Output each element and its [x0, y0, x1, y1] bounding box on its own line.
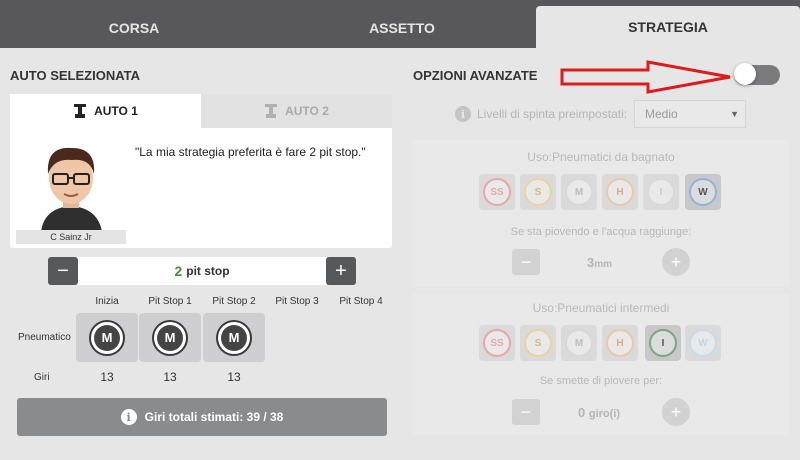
- water-level-plus-button[interactable]: +: [662, 248, 690, 276]
- column-header: Pit Stop 4: [339, 296, 383, 307]
- tyre-compound: M: [221, 324, 247, 351]
- intermediate-tyres-title: Uso:Pneumatici intermedi: [532, 301, 670, 315]
- toggle-knob[interactable]: [734, 63, 756, 85]
- intermediate-tyres-subtitle: Se smette di piovere per:: [539, 375, 663, 387]
- info-icon: i: [455, 106, 471, 122]
- water-level-value: 3mm: [587, 255, 612, 270]
- total-laps-text: Giri totali stimati: 39 / 38: [144, 410, 284, 424]
- medium-tyre-icon: M: [565, 329, 593, 357]
- tab-corsa[interactable]: CORSA: [0, 8, 268, 48]
- tyre-compound: M: [94, 324, 120, 351]
- arrow-annotation: [560, 60, 731, 94]
- wet-option-m[interactable]: M: [561, 174, 597, 210]
- dry-laps-minus-button[interactable]: −: [512, 399, 540, 425]
- hard-tyre-icon: H: [606, 178, 634, 206]
- dry-laps-value: 0 giro(i): [578, 405, 620, 420]
- total-laps-bar: i Giri totali stimati: 39 / 38: [17, 398, 387, 436]
- car-tab-label: AUTO 1: [94, 104, 138, 118]
- tab-strategia[interactable]: STRATEGIA: [536, 6, 800, 48]
- wet-tyre-icon: W: [689, 178, 717, 206]
- water-level-minus-button[interactable]: −: [512, 249, 540, 275]
- water-level-unit: mm: [594, 259, 613, 270]
- wet-option-h[interactable]: H: [602, 174, 638, 210]
- medium-tyre-icon: M: [565, 178, 593, 206]
- wet-tyres-subtitle: Se sta piovendo e l'acqua raggiunge:: [510, 226, 692, 238]
- tyre-slot-pit-1[interactable]: M: [139, 313, 201, 362]
- wet-option-w[interactable]: W: [685, 174, 721, 210]
- dry-laps-number: 0: [578, 405, 586, 420]
- inter-option-w[interactable]: W: [685, 325, 721, 361]
- inter-option-i[interactable]: I: [645, 325, 681, 361]
- info-icon: i: [120, 409, 137, 425]
- preset-select-value: Medio: [645, 107, 678, 121]
- pit-stop-count: 2: [174, 263, 183, 279]
- dry-laps-plus-button[interactable]: +: [662, 398, 690, 426]
- tyre-slot-start[interactable]: M: [76, 313, 138, 362]
- inter-option-ss[interactable]: SS: [479, 325, 515, 361]
- driver-quote: "La mia strategia preferita è fare 2 pit…: [135, 145, 366, 159]
- super-soft-tyre-icon: SS: [483, 329, 511, 357]
- chevron-down-icon: ▼: [730, 109, 739, 119]
- driver-name: C Sainz Jr: [16, 230, 126, 244]
- column-header: Pit Stop 3: [275, 296, 319, 307]
- pit-stop-minus-button[interactable]: −: [48, 257, 78, 285]
- row-label-tyre: Pneumatico: [18, 332, 71, 343]
- pit-stop-unit: pit stop: [186, 264, 230, 278]
- dry-laps-unit: giro(i): [588, 408, 621, 420]
- super-soft-tyre-icon: SS: [483, 178, 511, 206]
- medium-tyre-icon: M: [216, 319, 252, 356]
- column-header: Pit Stop 1: [148, 296, 192, 307]
- medium-tyre-icon: M: [152, 319, 188, 356]
- tyre-slot-pit-2[interactable]: M: [203, 313, 265, 362]
- row-label-laps: Giri: [34, 372, 50, 383]
- hard-tyre-icon: H: [606, 329, 634, 357]
- soft-tyre-icon: S: [524, 178, 552, 206]
- preset-select[interactable]: Medio ▼: [634, 100, 746, 128]
- wet-option-i[interactable]: I: [643, 174, 679, 210]
- laps-value: 13: [163, 370, 177, 384]
- laps-value: 13: [227, 370, 241, 384]
- pit-stop-plus-button[interactable]: +: [326, 257, 356, 285]
- car-tab-2[interactable]: AUTO 2: [201, 94, 392, 128]
- column-header: Pit Stop 2: [212, 296, 256, 307]
- wet-tyres-title: Uso:Pneumatici da bagnato: [527, 150, 675, 164]
- wet-tyre-icon: W: [689, 329, 717, 357]
- section-title-advanced-options: OPZIONI AVANZATE: [413, 68, 538, 83]
- preset-label: i Livelli di spinta preimpostati:: [455, 106, 627, 122]
- intermediate-tyre-icon: I: [649, 329, 677, 357]
- section-title-selected-car: AUTO SELEZIONATA: [10, 68, 140, 83]
- car-icon: [265, 104, 278, 118]
- inter-option-s[interactable]: S: [520, 325, 556, 361]
- wet-option-ss[interactable]: SS: [479, 174, 515, 210]
- car-icon: [74, 104, 87, 118]
- laps-value: 13: [100, 370, 114, 384]
- tab-assetto[interactable]: ASSETTO: [268, 8, 536, 48]
- tab-bar: CORSA ASSETTO STRATEGIA: [0, 0, 800, 48]
- wet-option-s[interactable]: S: [520, 174, 556, 210]
- pit-stop-value: 2 pit stop: [80, 257, 324, 285]
- inter-option-m[interactable]: M: [561, 325, 597, 361]
- inter-option-h[interactable]: H: [602, 325, 638, 361]
- preset-label-text: Livelli di spinta preimpostati:: [477, 107, 628, 121]
- driver-avatar: [16, 136, 126, 244]
- column-header: Inizia: [95, 296, 119, 307]
- medium-tyre-icon: M: [89, 319, 125, 356]
- soft-tyre-icon: S: [524, 329, 552, 357]
- intermediate-tyre-icon: I: [647, 178, 675, 206]
- car-tab-1[interactable]: AUTO 1: [10, 94, 201, 128]
- tyre-compound: M: [157, 324, 183, 351]
- car-tab-label: AUTO 2: [285, 104, 329, 118]
